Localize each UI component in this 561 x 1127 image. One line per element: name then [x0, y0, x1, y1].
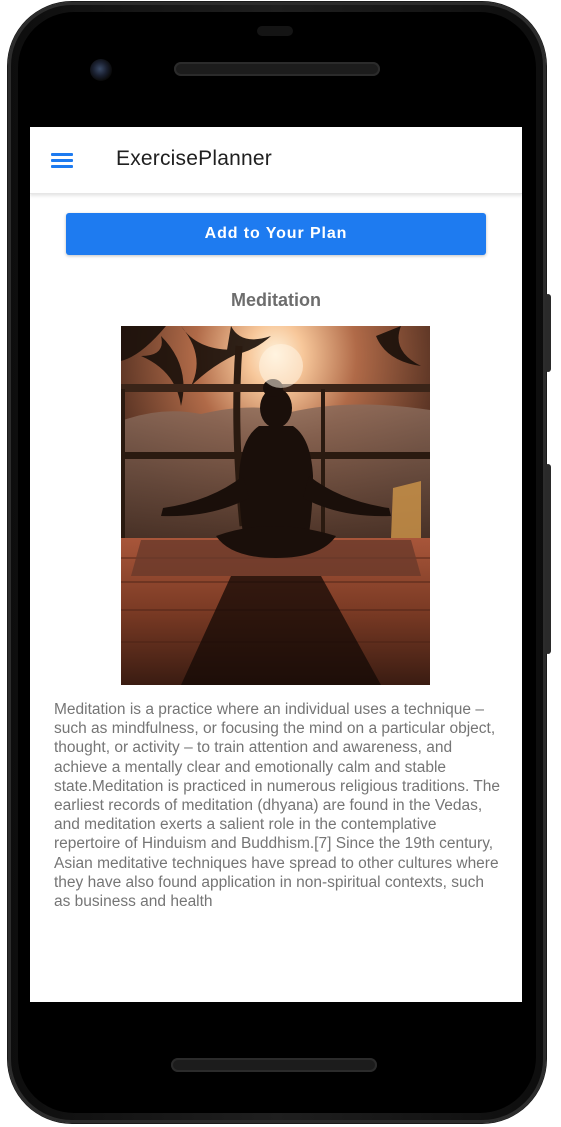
meditation-photo	[121, 326, 430, 685]
power-button	[545, 294, 551, 372]
earpiece-speaker	[174, 62, 380, 76]
app-title: ExercisePlanner	[116, 147, 272, 170]
exercise-title: Meditation	[231, 290, 321, 310]
exercise-description: Meditation is a practice where an indivi…	[54, 701, 500, 911]
volume-rocker	[545, 464, 551, 654]
bottom-speaker	[171, 1058, 377, 1072]
add-to-plan-button[interactable]: Add to Your Plan	[66, 213, 486, 255]
front-camera-icon	[90, 59, 112, 81]
sensor-bump	[257, 26, 293, 36]
app-bar: ExercisePlanner	[30, 127, 522, 194]
app-screen: ExercisePlanner Add to Your Plan Meditat…	[30, 127, 522, 1002]
hamburger-menu-icon[interactable]	[51, 151, 75, 169]
